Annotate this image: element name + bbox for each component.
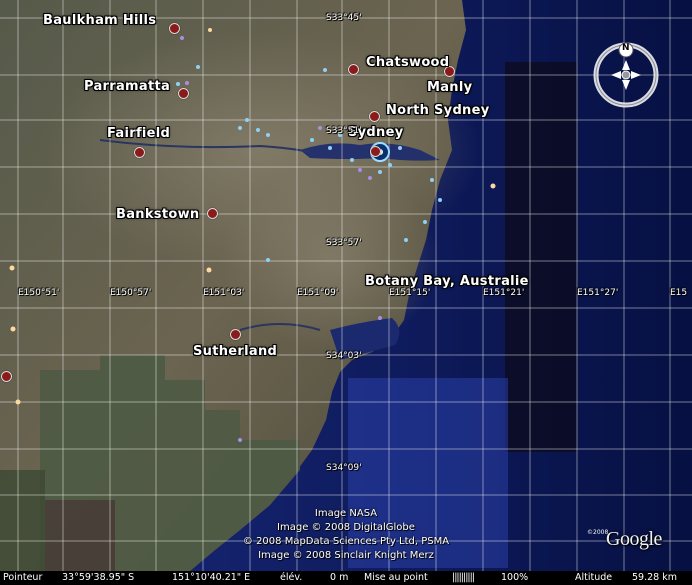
- imagery-credit: Image © 2008 Sinclair Knight Merz: [258, 550, 434, 561]
- place-label-fairfield[interactable]: Fairfield: [107, 126, 170, 141]
- streaming-label: Mise au point: [364, 572, 428, 583]
- place-marker-sutherland[interactable]: [230, 329, 241, 340]
- longitude-label: E150°51': [18, 288, 60, 298]
- place-marker-edge[interactable]: [1, 371, 12, 382]
- place-label-chatswood[interactable]: Chatswood: [366, 55, 449, 70]
- pointer-label: Pointeur: [3, 572, 43, 583]
- place-marker-north-sydney[interactable]: [369, 111, 380, 122]
- place-label-botany-bay[interactable]: Botany Bay, Australie: [365, 274, 529, 289]
- google-logo: Google: [606, 528, 662, 550]
- compass-north-label: N: [622, 43, 630, 53]
- longitude-label: E151°03': [203, 288, 245, 298]
- place-marker-bankstown[interactable]: [207, 208, 218, 219]
- place-label-manly[interactable]: Manly: [427, 80, 472, 95]
- pointer-longitude: 151°10'40.21" E: [172, 572, 251, 583]
- elevation-label: élév.: [280, 572, 303, 583]
- place-label-bankstown[interactable]: Bankstown: [116, 207, 199, 222]
- place-marker-chatswood[interactable]: [348, 64, 359, 75]
- longitude-label: E151°09': [297, 288, 339, 298]
- latitude-label: S34°09': [326, 463, 362, 473]
- altitude-label: Altitude: [575, 572, 613, 583]
- streaming-percent: 100%: [501, 572, 529, 583]
- place-marker-fairfield[interactable]: [134, 147, 145, 158]
- imagery-credit: Image NASA: [314, 508, 378, 519]
- place-label-north-sydney[interactable]: North Sydney: [386, 103, 490, 118]
- latitude-label: S33°51': [326, 126, 362, 136]
- map-view[interactable]: Baulkham Hills Parramatta Fairfield Bank…: [0, 0, 692, 585]
- place-label-baulkham-hills[interactable]: Baulkham Hills: [43, 13, 156, 28]
- place-label-sutherland[interactable]: Sutherland: [193, 344, 277, 359]
- longitude-label: E15: [670, 288, 688, 298]
- imagery-credit: © 2008 MapData Sciences Pty Ltd, PSMA: [242, 536, 450, 547]
- place-label-parramatta[interactable]: Parramatta: [84, 79, 170, 94]
- streaming-progress-bar: ||||||||||: [452, 572, 475, 583]
- place-marker-baulkham-hills[interactable]: [169, 23, 180, 34]
- altitude-value: 59.28 km: [632, 572, 677, 583]
- latitude-label: S33°57': [326, 238, 362, 248]
- navigation-compass[interactable]: N: [591, 40, 661, 110]
- status-bar: Pointeur 33°59'38.95" S 151°10'40.21" E …: [0, 571, 692, 585]
- pointer-latitude: 33°59'38.95" S: [62, 572, 135, 583]
- latitude-label: S34°03': [326, 351, 362, 361]
- longitude-label: E150°57': [110, 288, 152, 298]
- longitude-label: E151°21': [483, 288, 525, 298]
- longitude-label: E151°27': [577, 288, 619, 298]
- latitude-label: S33°45': [326, 13, 362, 23]
- elevation-value: 0 m: [330, 572, 349, 583]
- place-marker-parramatta[interactable]: [178, 88, 189, 99]
- longitude-label: E151°15': [389, 288, 431, 298]
- place-marker-sydney[interactable]: [370, 146, 381, 157]
